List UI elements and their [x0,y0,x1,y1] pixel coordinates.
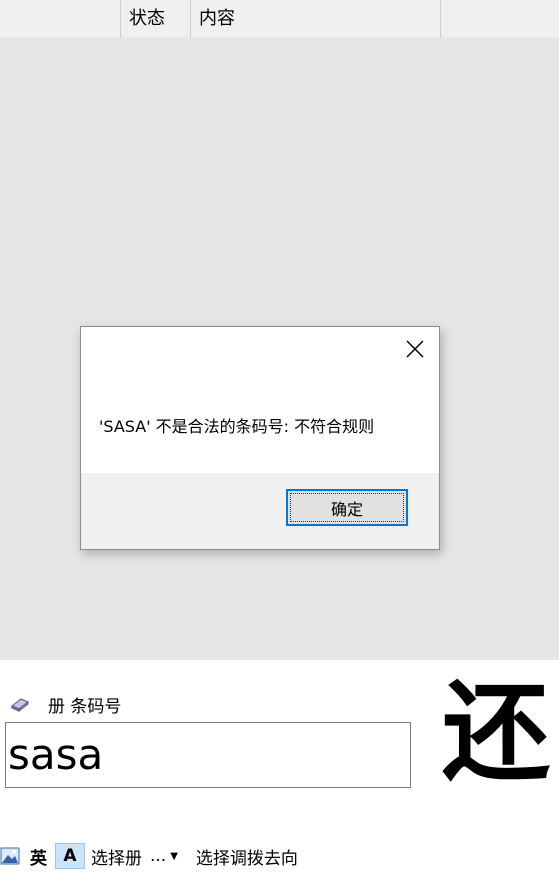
dialog-message: 'SASA' 不是合法的条码号: 不符合规则 [99,417,375,436]
barcode-label: 册 条码号 [48,696,122,717]
barcode-label-row: 册 条码号 [10,692,122,717]
return-action-button[interactable]: 还 [436,672,556,796]
book-icon [10,695,30,713]
column-header-content[interactable]: 内容 [191,0,441,38]
bottom-toolbar: 英 A 选择册 ... ▼ 选择调拨去向 [0,842,559,870]
select-item-button[interactable]: 选择册 [91,842,142,870]
more-dropdown[interactable]: ... ▼ [150,842,188,870]
font-button[interactable]: A [55,843,85,869]
column-header-filler [441,0,559,38]
app-window: 状态 内容 'SASA' 不是合法的条码号: 不符合规则 确定 册 条码号 sa… [0,0,559,876]
close-icon[interactable] [403,337,427,361]
picture-icon[interactable] [0,846,20,866]
language-toggle[interactable]: 英 [30,842,47,870]
dialog-footer: 确定 [81,473,439,549]
select-direction-button[interactable]: 选择调拨去向 [196,842,298,870]
more-label: ... [150,846,167,866]
column-header-status[interactable]: 状态 [121,0,191,38]
ok-button[interactable]: 确定 [286,489,408,526]
barcode-input[interactable]: sasa [5,722,411,788]
list-header: 状态 内容 [0,0,559,38]
error-dialog: 'SASA' 不是合法的条码号: 不符合规则 确定 [80,326,440,550]
chevron-down-icon: ▼ [170,850,178,862]
column-header-blank[interactable] [0,0,121,38]
